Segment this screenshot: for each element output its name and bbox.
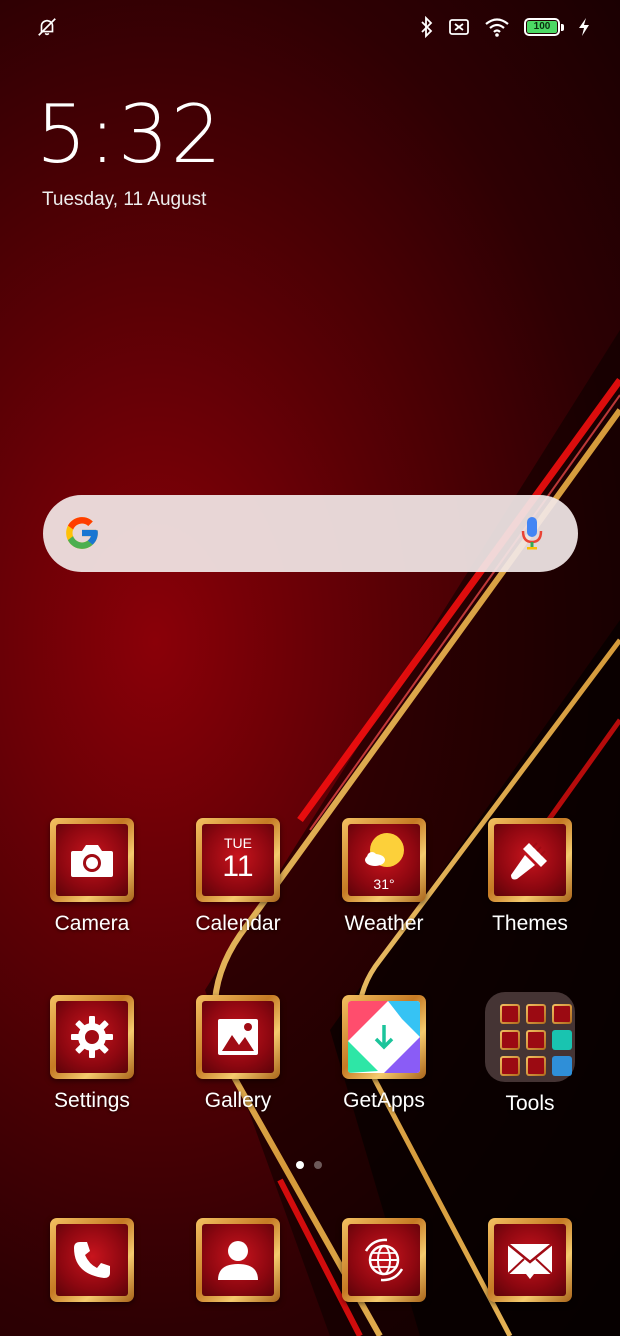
folder-app-icon: [526, 1056, 546, 1076]
wifi-icon: [485, 18, 509, 37]
app-settings[interactable]: Settings: [32, 995, 152, 1113]
calendar-date: 11: [222, 850, 254, 883]
folder-preview: [485, 992, 575, 1082]
gear-icon: [71, 1016, 113, 1058]
app-label: Weather: [344, 912, 424, 935]
weather-temperature: 31°: [373, 876, 395, 892]
dock-browser[interactable]: [324, 1218, 444, 1302]
page-indicator[interactable]: [296, 1161, 322, 1169]
image-icon: [218, 1019, 258, 1055]
battery-indicator: 100: [524, 18, 564, 36]
folder-app-icon: [500, 1004, 520, 1024]
folder-app-icon: [552, 1030, 572, 1050]
sun-cloud-icon: [365, 833, 404, 867]
status-bar: 100: [0, 0, 620, 60]
camera-icon: [71, 845, 113, 877]
folder-tools[interactable]: Tools: [470, 992, 590, 1116]
app-gallery[interactable]: Gallery: [178, 995, 298, 1113]
google-search-bar[interactable]: [43, 495, 578, 572]
dock-contacts[interactable]: [178, 1218, 298, 1302]
no-sim-icon: [449, 19, 469, 35]
app-label: Camera: [54, 912, 130, 935]
envelope-icon: [507, 1243, 553, 1279]
folder-app-icon: [500, 1030, 520, 1050]
page-dot-active[interactable]: [296, 1161, 304, 1169]
folder-app-icon: [526, 1030, 546, 1050]
clock-date[interactable]: Tuesday, 11 August: [42, 189, 206, 211]
folder-app-icon: [552, 1004, 572, 1024]
app-weather[interactable]: 31° Weather: [324, 818, 444, 936]
battery-level: 100: [527, 21, 557, 33]
folder-app-icon: [500, 1056, 520, 1076]
app-label: Gallery: [204, 1089, 272, 1112]
phone-icon: [74, 1242, 110, 1278]
app-label: Themes: [492, 912, 568, 935]
page-dot[interactable]: [314, 1161, 322, 1169]
app-label: Calendar: [195, 912, 281, 935]
clock-time[interactable]: 5:32: [36, 90, 224, 180]
bolt-icon: [579, 18, 589, 36]
microphone-icon[interactable]: [520, 515, 544, 551]
folder-app-icon: [526, 1004, 546, 1024]
google-g-icon: [66, 517, 98, 549]
dock-phone[interactable]: [32, 1218, 152, 1302]
bluetooth-icon: [421, 16, 433, 38]
contacts-icon: [218, 1241, 258, 1280]
app-calendar[interactable]: TUE 11 Calendar: [178, 818, 298, 936]
getapps-icon: [348, 1001, 420, 1073]
notifications-muted-icon: [38, 18, 56, 36]
app-label: Tools: [505, 1092, 555, 1115]
app-label: Settings: [54, 1089, 130, 1112]
paintbrush-icon: [511, 842, 547, 880]
browser-globe-icon: [364, 1238, 404, 1282]
app-getapps[interactable]: GetApps: [324, 995, 444, 1113]
dock-messages[interactable]: [470, 1218, 590, 1302]
app-camera[interactable]: Camera: [32, 818, 152, 936]
calendar-day: TUE: [224, 835, 252, 851]
app-label: GetApps: [343, 1089, 425, 1112]
folder-app-icon: [552, 1056, 572, 1076]
app-themes[interactable]: Themes: [470, 818, 590, 936]
